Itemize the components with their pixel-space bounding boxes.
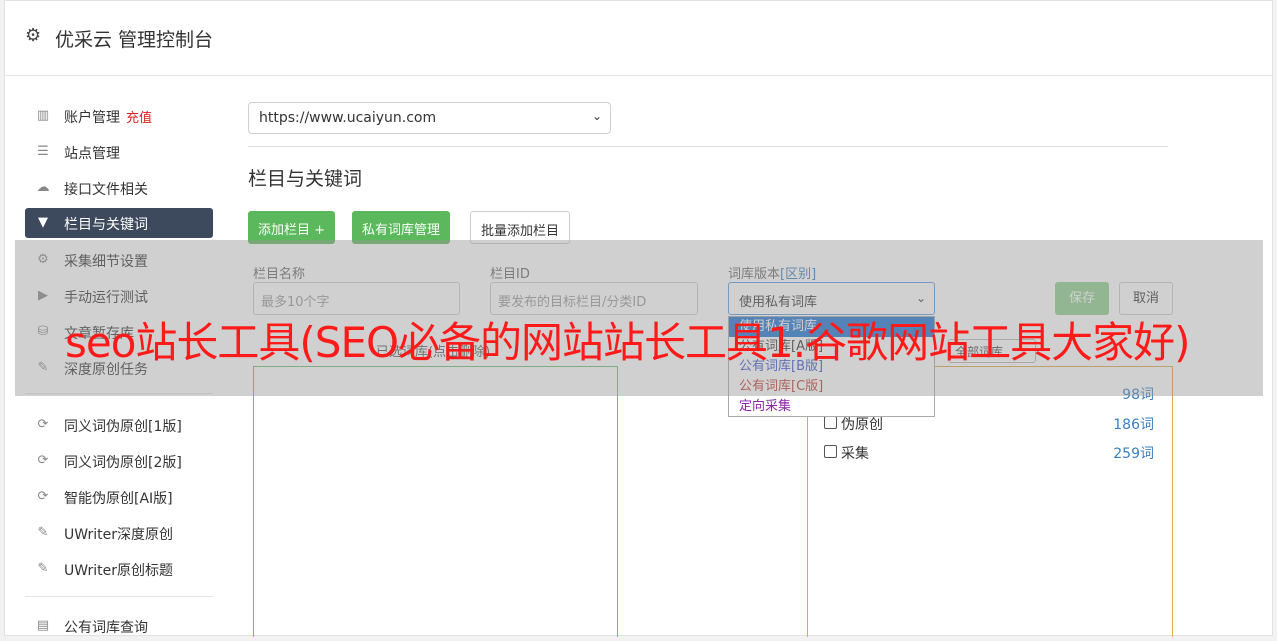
refresh-icon: ⟳: [37, 417, 49, 432]
sidebar-item-uwriter-title[interactable]: ✎ UWriter原创标题: [25, 554, 213, 584]
refresh-icon: ⟳: [37, 453, 49, 468]
sidebar-divider: [25, 596, 213, 597]
sidebar-item-ai-rewrite[interactable]: ⟳ 智能伪原创[AI版]: [25, 482, 213, 512]
sidebar-item-synonym-v2[interactable]: ⟳ 同义词伪原创[2版]: [25, 446, 213, 476]
sidebar-item-public-lib-query[interactable]: ▤ 公有词库查询: [25, 611, 213, 641]
edit-icon: ✎: [37, 561, 49, 576]
library-name: 采集: [841, 446, 869, 462]
divider: [248, 146, 1168, 147]
cloud-upload-icon: ☁: [36, 180, 50, 195]
library-row[interactable]: 采集 259词: [824, 442, 1154, 462]
sidebar-item-label: 接口文件相关: [64, 182, 148, 198]
bar-chart-icon: ▥: [36, 108, 50, 123]
recharge-link[interactable]: 充值: [126, 111, 152, 126]
section-title: 栏目与关键词: [248, 168, 363, 190]
selected-libraries-box[interactable]: [253, 366, 618, 637]
page-title: 优采云 管理控制台: [55, 29, 214, 51]
sidebar-item-label: 账户管理: [64, 110, 120, 126]
sidebar-item-uwriter-deep[interactable]: ✎ UWriter深度原创: [25, 518, 213, 548]
refresh-icon: ⟳: [37, 489, 49, 504]
library-checkbox[interactable]: [824, 416, 837, 429]
sidebar-item-label: 同义词伪原创[2版]: [64, 455, 182, 471]
site-select-value: https://www.ucaiyun.com: [259, 110, 437, 126]
sidebar-item-label: UWriter原创标题: [64, 563, 173, 579]
site-select[interactable]: https://www.ucaiyun.com ⌄: [248, 102, 611, 134]
edit-icon: ✎: [37, 525, 49, 540]
library-count: 259词: [1113, 446, 1154, 462]
library-name: 伪原创: [841, 417, 883, 433]
library-count: 186词: [1113, 417, 1154, 433]
sidebar-item-interface-files[interactable]: ☁ 接口文件相关: [25, 173, 213, 203]
library-checkbox[interactable]: [824, 445, 837, 458]
chevron-down-icon: ⌄: [591, 109, 602, 123]
filter-icon: ▼: [38, 215, 48, 230]
sidebar-item-account[interactable]: ▥ 账户管理 充值: [25, 101, 213, 131]
sidebar-item-label: 同义词伪原创[1版]: [64, 419, 182, 435]
gear-icon: ⚙: [25, 25, 42, 46]
book-icon: ▤: [36, 618, 50, 633]
sidebar-item-label: UWriter深度原创: [64, 527, 173, 543]
sidebar-item-label: 栏目与关键词: [64, 217, 148, 233]
watermark-text: seo站长工具(SEO必备的网站站长工具1.谷歌网站工具大家好): [65, 318, 1191, 367]
sidebar-item-label: 智能伪原创[AI版]: [64, 491, 173, 507]
sidebar-item-columns-keywords[interactable]: ▼ 栏目与关键词: [25, 208, 213, 238]
sidebar-item-label: 公有词库查询: [64, 620, 148, 636]
server-icon: ☰: [37, 144, 49, 159]
sidebar-item-label: 站点管理: [64, 146, 120, 162]
sidebar-item-synonym-v1[interactable]: ⟳ 同义词伪原创[1版]: [25, 410, 213, 440]
sidebar-item-sites[interactable]: ☰ 站点管理: [25, 137, 213, 167]
dropdown-option[interactable]: 定向采集: [729, 397, 934, 417]
